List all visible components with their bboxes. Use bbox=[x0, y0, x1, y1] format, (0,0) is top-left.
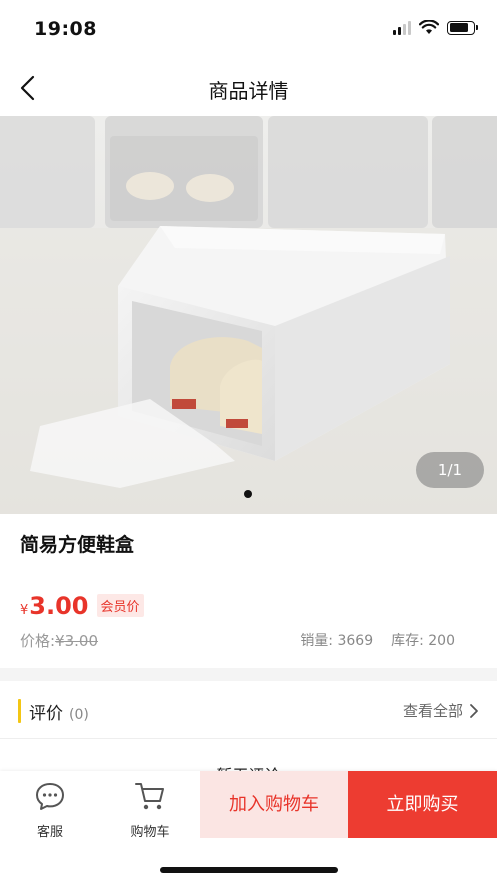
add-to-cart-button[interactable]: 加入购物车 bbox=[200, 771, 348, 838]
price-row: ¥ 3.00 会员价 bbox=[20, 592, 144, 620]
battery-icon bbox=[447, 20, 478, 35]
customer-service-button[interactable]: 客服 bbox=[10, 781, 90, 841]
review-title: 评价 (0) bbox=[29, 699, 89, 724]
sales-count: 销量: 3669 bbox=[300, 633, 374, 649]
page-title: 商品详情 bbox=[208, 79, 289, 103]
wifi-icon bbox=[419, 20, 439, 34]
image-page-counter: 1/1 bbox=[416, 452, 484, 488]
review-count: (0) bbox=[69, 707, 89, 723]
chevron-right-icon bbox=[470, 703, 478, 718]
cart-button[interactable]: 购物车 bbox=[110, 781, 190, 841]
view-all-label: 查看全部 bbox=[402, 702, 463, 720]
status-icons bbox=[393, 20, 478, 35]
original-price-value: ¥3.00 bbox=[55, 632, 99, 650]
status-time: 19:08 bbox=[34, 18, 97, 40]
service-label: 客服 bbox=[36, 825, 63, 840]
product-info: 简易方便鞋盒 ¥ 3.00 会员价 价格:¥3.00 销量: 3669 库存: … bbox=[0, 514, 497, 668]
member-price-badge: 会员价 bbox=[96, 594, 144, 617]
section-divider bbox=[0, 668, 497, 681]
status-bar: 19:08 bbox=[0, 0, 497, 60]
stock-count: 库存: 200 bbox=[391, 633, 455, 649]
original-price: 价格:¥3.00 bbox=[20, 630, 98, 651]
shopping-cart-icon bbox=[135, 783, 164, 810]
bottom-action-bar: 客服 购物车 加入购物车 立即购买 bbox=[0, 771, 497, 883]
nav-bar: 商品详情 bbox=[0, 60, 497, 116]
chat-bubble-icon bbox=[36, 783, 64, 810]
section-accent-bar bbox=[18, 699, 21, 723]
sales-stock-row: 销量: 3669 库存: 200 bbox=[300, 630, 455, 650]
product-name: 简易方便鞋盒 bbox=[20, 534, 135, 556]
review-section-header: 评价 (0) 查看全部 bbox=[0, 681, 497, 739]
product-image-gallery[interactable]: 1/1 bbox=[0, 116, 497, 514]
product-image bbox=[0, 116, 497, 514]
price-currency: ¥ bbox=[20, 603, 29, 618]
review-title-label: 评价 bbox=[29, 704, 63, 724]
cellular-signal-icon bbox=[393, 20, 411, 35]
buy-now-button[interactable]: 立即购买 bbox=[348, 771, 497, 838]
price-value: 3.00 bbox=[29, 592, 89, 620]
home-indicator[interactable] bbox=[160, 867, 338, 873]
cart-label: 购物车 bbox=[130, 825, 170, 840]
gallery-page-dot bbox=[244, 490, 252, 498]
original-price-label: 价格: bbox=[20, 632, 56, 650]
view-all-reviews-link[interactable]: 查看全部 bbox=[403, 700, 479, 721]
